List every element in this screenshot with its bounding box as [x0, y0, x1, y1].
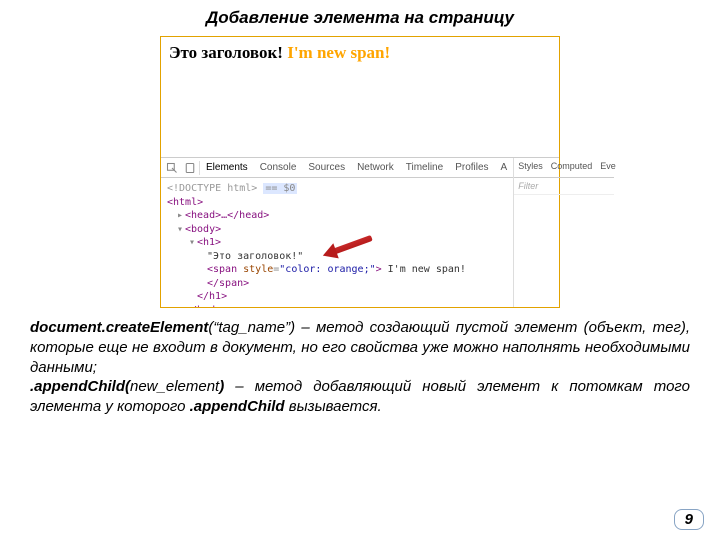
side-tabs: Styles Computed Eve	[514, 158, 614, 178]
slide-title: Добавление элемента на страницу	[28, 8, 692, 28]
tab-network[interactable]: Network	[351, 159, 400, 176]
side-tab-events[interactable]: Eve	[596, 158, 620, 177]
side-tab-computed[interactable]: Computed	[547, 158, 597, 177]
tab-overflow[interactable]: A	[495, 159, 514, 176]
page-number-badge: 9	[674, 509, 704, 530]
rendered-preview: Это заголовок! I'm new span!	[161, 37, 559, 157]
devtools-tabs: Elements Console Sources Network Timelin…	[161, 158, 513, 178]
devtools-panel: Elements Console Sources Network Timelin…	[161, 157, 559, 307]
inspect-icon[interactable]	[163, 159, 181, 177]
styles-filter-input[interactable]: Filter	[514, 178, 614, 195]
preview-span-text: I'm new span!	[287, 43, 390, 62]
tab-sources[interactable]: Sources	[302, 159, 351, 176]
figure-box: Это заголовок! I'm new span! Elements Co…	[160, 36, 560, 308]
devtools-left: Elements Console Sources Network Timelin…	[161, 158, 514, 307]
side-tab-styles[interactable]: Styles	[514, 158, 547, 177]
tab-profiles[interactable]: Profiles	[449, 159, 494, 176]
tab-console[interactable]: Console	[254, 159, 303, 176]
explanation-paragraph-2: .appendChild(new_element) – метод добавл…	[28, 377, 692, 417]
explanation-paragraph-1: document.createElement(“tag_name”) – мет…	[28, 318, 692, 377]
preview-heading-text: Это заголовок!	[169, 43, 283, 62]
device-icon[interactable]	[181, 159, 199, 177]
tab-elements[interactable]: Elements	[200, 159, 254, 176]
devtools-right: Styles Computed Eve Filter	[514, 158, 614, 307]
dom-tree[interactable]: <!DOCTYPE html> == $0 <html> ▸<head>…</h…	[161, 178, 513, 307]
tab-timeline[interactable]: Timeline	[400, 159, 449, 176]
